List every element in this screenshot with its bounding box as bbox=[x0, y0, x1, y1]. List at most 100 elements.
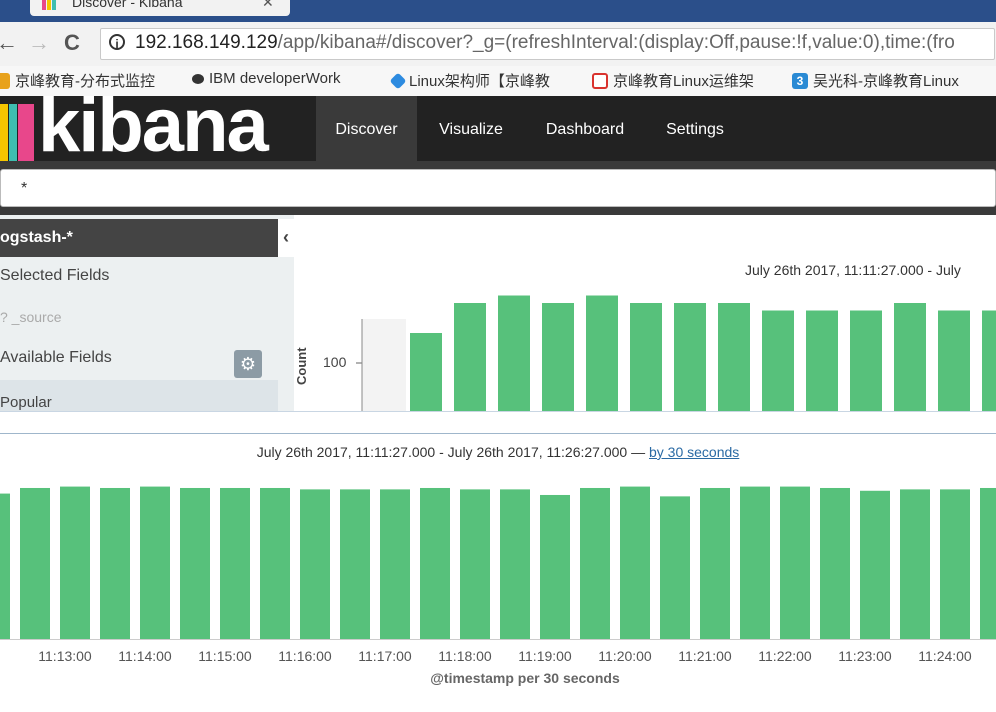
bookmark-item[interactable]: 京峰教育Linux运维架 bbox=[592, 70, 754, 91]
info-icon[interactable]: i bbox=[109, 34, 125, 51]
bookmark-item[interactable]: 3 吴光科-京峰教育Linux bbox=[792, 70, 959, 91]
top-histogram-bar[interactable] bbox=[498, 295, 530, 412]
popular-section: Popular bbox=[0, 380, 278, 411]
histogram-bar[interactable] bbox=[700, 487, 730, 639]
histogram-bar[interactable] bbox=[540, 494, 570, 639]
x-tick-label: 11:13:00 bbox=[38, 648, 92, 664]
popular-heading: Popular bbox=[0, 394, 52, 411]
address-bar[interactable]: i 192.168.149.129/app/kibana#/discover?_… bbox=[100, 28, 995, 60]
nav-discover[interactable]: Discover bbox=[316, 96, 417, 161]
top-histogram-bar[interactable] bbox=[586, 295, 618, 412]
x-axis-label: @timestamp per 30 seconds bbox=[430, 670, 620, 686]
x-tick-label: 11:17:00 bbox=[358, 648, 412, 664]
histogram-bar[interactable] bbox=[620, 486, 650, 639]
top-histogram-bar[interactable] bbox=[454, 303, 486, 411]
histogram-bar[interactable] bbox=[420, 487, 450, 639]
top-histogram-bar[interactable] bbox=[718, 303, 750, 411]
top-chart-highlight bbox=[362, 319, 406, 411]
top-histogram-bar[interactable] bbox=[630, 303, 662, 411]
top-chart-area: July 26th 2017, 11:11:27.000 - July 100 … bbox=[294, 215, 996, 411]
top-histogram-bar[interactable] bbox=[982, 310, 996, 412]
top-histogram-bar[interactable] bbox=[938, 310, 970, 412]
histogram-bar[interactable] bbox=[0, 493, 10, 639]
histogram-bar[interactable] bbox=[900, 489, 930, 639]
histogram-bar[interactable] bbox=[460, 489, 490, 639]
x-tick-label: 11:23:00 bbox=[838, 648, 892, 664]
histogram-bar[interactable] bbox=[780, 486, 810, 639]
histogram-bar[interactable] bbox=[140, 486, 170, 639]
histogram-bar[interactable] bbox=[580, 487, 610, 639]
histogram-bar[interactable] bbox=[260, 487, 290, 639]
x-tick-label: 11:16:00 bbox=[278, 648, 332, 664]
url-text: 192.168.149.129/app/kibana#/discover?_g=… bbox=[135, 32, 955, 54]
collapse-sidebar-icon[interactable]: ‹ bbox=[278, 219, 294, 257]
x-tick-label: 11:21:00 bbox=[678, 648, 732, 664]
histogram-bar[interactable] bbox=[980, 487, 996, 639]
histogram-bar[interactable] bbox=[100, 487, 130, 639]
field-sidebar: ogstash-* ‹ Selected Fields ? _source Av… bbox=[0, 215, 294, 411]
top-histogram-bar[interactable] bbox=[850, 310, 882, 412]
x-tick-label: 11:24:00 bbox=[918, 648, 972, 664]
browser-toolbar: ← → C i 192.168.149.129/app/kibana#/disc… bbox=[0, 22, 996, 67]
kibana-logo-stripes-icon bbox=[0, 104, 38, 162]
top-histogram bbox=[356, 295, 996, 412]
histogram-bar[interactable] bbox=[820, 487, 850, 639]
x-tick-label: 11:15:00 bbox=[198, 648, 252, 664]
jf-logo-icon bbox=[592, 72, 608, 89]
nav-settings[interactable]: Settings bbox=[655, 96, 735, 161]
histogram-bar[interactable] bbox=[60, 486, 90, 639]
histogram-bar[interactable] bbox=[340, 489, 370, 639]
histogram-bar[interactable] bbox=[180, 487, 210, 639]
histogram-panel: 0011:13:0011:14:0011:15:0011:16:0011:17:… bbox=[0, 433, 996, 712]
url-path: /app/kibana#/discover?_g=(refreshInterva… bbox=[277, 32, 955, 53]
url-host: 192.168.149.129 bbox=[135, 32, 278, 53]
browser-tab-strip: Discover - Kibana ✕ bbox=[0, 0, 996, 22]
histogram-bar[interactable] bbox=[500, 489, 530, 639]
search-input[interactable]: * bbox=[0, 169, 996, 207]
kibana-logo[interactable]: kibana bbox=[38, 82, 269, 169]
close-tab-icon[interactable]: ✕ bbox=[262, 0, 274, 11]
selected-fields-heading: Selected Fields bbox=[0, 267, 110, 284]
top-histogram-bar[interactable] bbox=[762, 310, 794, 412]
kibana-navbar: kibana Discover Visualize Dashboard Sett… bbox=[0, 83, 996, 168]
forward-arrow-icon[interactable]: → bbox=[28, 30, 50, 56]
back-arrow-icon[interactable]: ← bbox=[0, 30, 18, 56]
top-histogram-bar[interactable] bbox=[410, 333, 442, 411]
bookmark-item[interactable]: Linux架构师【京峰教 bbox=[389, 70, 550, 91]
kibana-browser-screenshot: Discover - Kibana ✕ ← → C i 192.168.149.… bbox=[0, 0, 996, 412]
query-bar: * bbox=[0, 161, 996, 215]
index-pattern-header[interactable]: ogstash-* bbox=[0, 219, 278, 257]
reload-icon[interactable]: C bbox=[64, 30, 80, 56]
histogram-bar[interactable] bbox=[300, 489, 330, 639]
interval-link[interactable]: by 30 seconds bbox=[649, 444, 739, 460]
kibana-favicon-icon bbox=[42, 0, 56, 10]
source-field[interactable]: ? _source bbox=[0, 309, 61, 325]
histogram-bar[interactable] bbox=[740, 486, 770, 639]
nav-dashboard[interactable]: Dashboard bbox=[535, 96, 635, 161]
x-tick-label: 11:18:00 bbox=[438, 648, 492, 664]
browser-tab[interactable]: Discover - Kibana ✕ bbox=[30, 0, 290, 16]
x-tick-label: 11:19:00 bbox=[518, 648, 572, 664]
histogram-bar[interactable] bbox=[940, 489, 970, 639]
chart-range-text: July 26th 2017, 11:11:27.000 - July 26th… bbox=[256, 444, 649, 460]
histogram-bar[interactable] bbox=[660, 496, 690, 639]
top-histogram-bar[interactable] bbox=[674, 303, 706, 411]
x-tick-label: 11:22:00 bbox=[758, 648, 812, 664]
x-tick-label: 11:20:00 bbox=[598, 648, 652, 664]
folder-icon bbox=[0, 72, 10, 89]
tab-title: Discover - Kibana bbox=[72, 0, 183, 10]
histogram-bar[interactable] bbox=[860, 490, 890, 639]
diamond-icon bbox=[389, 72, 407, 89]
histogram-bar[interactable] bbox=[380, 489, 410, 639]
chart-range-line: July 26th 2017, 11:11:27.000 - July 26th… bbox=[0, 444, 996, 460]
gear-icon[interactable]: ⚙ bbox=[234, 350, 262, 378]
top-histogram-bar[interactable] bbox=[542, 303, 574, 411]
top-histogram-bar[interactable] bbox=[894, 303, 926, 411]
number-three-icon: 3 bbox=[792, 72, 808, 89]
histogram-bar[interactable] bbox=[220, 487, 250, 639]
top-histogram-bar[interactable] bbox=[806, 310, 838, 412]
nav-visualize[interactable]: Visualize bbox=[427, 96, 515, 161]
search-query: * bbox=[21, 180, 28, 197]
histogram-bar[interactable] bbox=[20, 487, 50, 639]
x-tick-label: 11:14:00 bbox=[118, 648, 172, 664]
